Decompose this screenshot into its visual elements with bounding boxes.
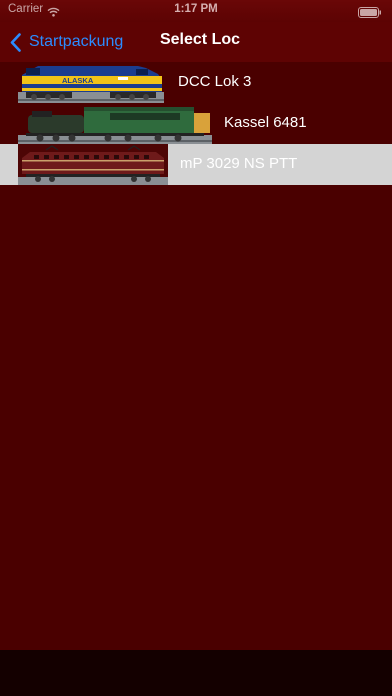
loco-thumbnail: ALASKA (18, 66, 164, 103)
list-item[interactable]: mP 3029 NS PTT (0, 144, 392, 185)
loco-thumbnail (18, 144, 168, 185)
page-title: Select Loc (159, 31, 241, 48)
loco-thumbnail (18, 107, 212, 144)
screen: Carrier 1:17 PM Startpackung Select Loc … (0, 0, 392, 696)
bottom-bar (0, 650, 392, 696)
list-item[interactable]: Kassel 6481 (0, 103, 392, 144)
battery-icon (358, 5, 382, 23)
svg-text:ALASKA: ALASKA (62, 76, 94, 85)
loco-name: DCC Lok 3 (178, 73, 252, 90)
loco-list: ALASKA DCC Lok 3 Kassel 6481 mP 3029 NS … (0, 62, 392, 185)
status-bar: Carrier 1:17 PM (0, 0, 392, 22)
navigation-bar: Startpackung Select Loc (0, 22, 392, 62)
loco-name: mP 3029 NS PTT (180, 155, 298, 172)
status-time: 1:17 PM (174, 3, 218, 15)
loco-name: Kassel 6481 (224, 114, 307, 131)
list-item[interactable]: ALASKA DCC Lok 3 (0, 62, 392, 103)
